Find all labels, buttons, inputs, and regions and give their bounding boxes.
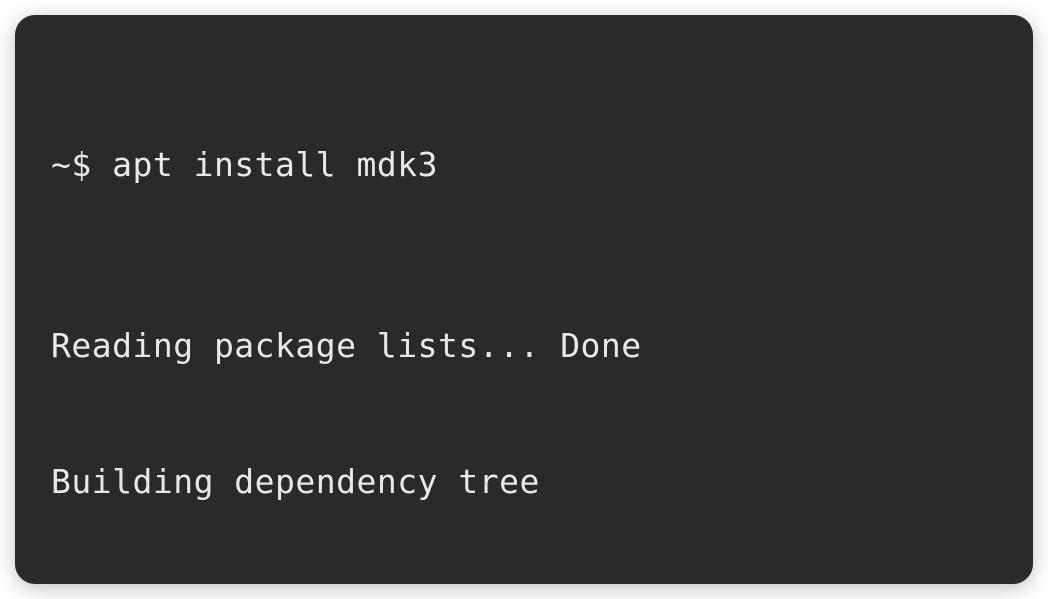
command-line: ~$ apt install mdk3 [51, 142, 1033, 188]
terminal-content: ~$ apt install mdk3 Reading package list… [51, 51, 1033, 584]
command-text: apt install mdk3 [112, 145, 438, 184]
output-line: Reading package lists... Done [51, 323, 1033, 369]
terminal-window[interactable]: ~$ apt install mdk3 Reading package list… [15, 15, 1033, 584]
shell-prompt: ~$ [51, 145, 112, 184]
output-line: Building dependency tree [51, 459, 1033, 505]
